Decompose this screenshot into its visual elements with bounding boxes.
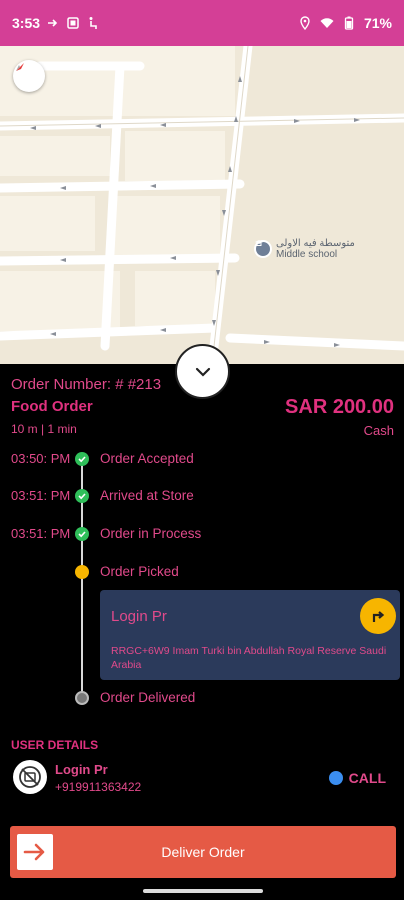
compass-button[interactable]: [13, 60, 45, 92]
call-button[interactable]: CALL: [328, 770, 386, 786]
timeline-step-arrived: 03:51: PM Arrived at Store: [0, 487, 404, 509]
step-time: 03:51: PM: [11, 526, 71, 541]
current-step-icon: [75, 565, 89, 579]
arrow-right-icon: [17, 834, 53, 870]
check-icon: [75, 452, 89, 466]
check-icon: [75, 489, 89, 503]
poi-label: Middle school: [276, 249, 338, 260]
check-icon: [75, 527, 89, 541]
call-label: CALL: [348, 770, 386, 786]
collapse-panel-button[interactable]: [175, 344, 230, 399]
destination-address: RRGC+6W9 Imam Turki bin Abdullah Royal R…: [111, 645, 387, 671]
chevron-down-icon: [195, 367, 210, 377]
step-label: Arrived at Store: [100, 488, 194, 503]
status-bar: 3:53 71%: [0, 0, 404, 46]
pending-step-icon: [75, 691, 89, 705]
user-name: Login Pr: [55, 762, 108, 777]
timeline-step-picked: Order Picked: [0, 563, 404, 585]
turn-right-icon: [372, 611, 385, 622]
step-label: Order Delivered: [100, 690, 196, 705]
accessibility-icon: [89, 17, 97, 29]
school-pin-icon: [254, 240, 272, 258]
order-price: SAR 200.00: [285, 396, 394, 418]
step-time: 03:50: PM: [11, 451, 71, 466]
battery-level: 71%: [363, 15, 392, 31]
destination-name: Login Pr: [111, 608, 167, 625]
screenshot-icon: [67, 17, 79, 29]
order-panel: Order Number: # #213 Food Order 10 m | 1…: [0, 364, 404, 900]
navigate-button[interactable]: [360, 598, 396, 634]
status-time: 3:53: [12, 15, 41, 31]
destination-card[interactable]: Login Pr RRGC+6W9 Imam Turki bin Abdulla…: [100, 590, 400, 680]
timeline-step-process: 03:51: PM Order in Process: [0, 525, 404, 547]
order-eta: 10 m | 1 min: [11, 422, 77, 436]
home-indicator[interactable]: [143, 889, 263, 893]
deliver-order-label: Deliver Order: [161, 844, 245, 860]
step-time: 03:51: PM: [11, 488, 71, 503]
cast-arrow-icon: [48, 19, 58, 27]
map-poi-school[interactable]: متوسطة فيه الاولى Middle school: [254, 238, 355, 260]
timeline-step-accepted: 03:50: PM Order Accepted: [0, 450, 404, 472]
step-label: Order in Process: [100, 526, 202, 541]
order-type: Food Order: [11, 398, 93, 415]
deliver-order-button[interactable]: Deliver Order: [10, 826, 396, 878]
battery-icon: [344, 16, 354, 30]
compass-icon: [16, 63, 24, 71]
map-view[interactable]: متوسطة فيه الاولى Middle school: [0, 46, 404, 364]
user-phone[interactable]: +919911363422: [55, 780, 141, 794]
location-icon: [300, 16, 310, 30]
order-number: Order Number: # #213: [11, 376, 162, 393]
step-label: Order Picked: [100, 564, 179, 579]
no-image-icon: [19, 766, 41, 788]
map-roads: [0, 46, 404, 364]
payment-method: Cash: [363, 423, 394, 438]
user-details-title: USER DETAILS: [11, 738, 99, 752]
wifi-icon: [320, 18, 334, 28]
call-dot-icon: [328, 771, 343, 785]
step-label: Order Accepted: [100, 451, 194, 466]
poi-arabic-label: متوسطة فيه الاولى: [276, 238, 355, 249]
timeline-step-delivered: Order Delivered: [0, 689, 404, 711]
avatar: [13, 760, 47, 794]
